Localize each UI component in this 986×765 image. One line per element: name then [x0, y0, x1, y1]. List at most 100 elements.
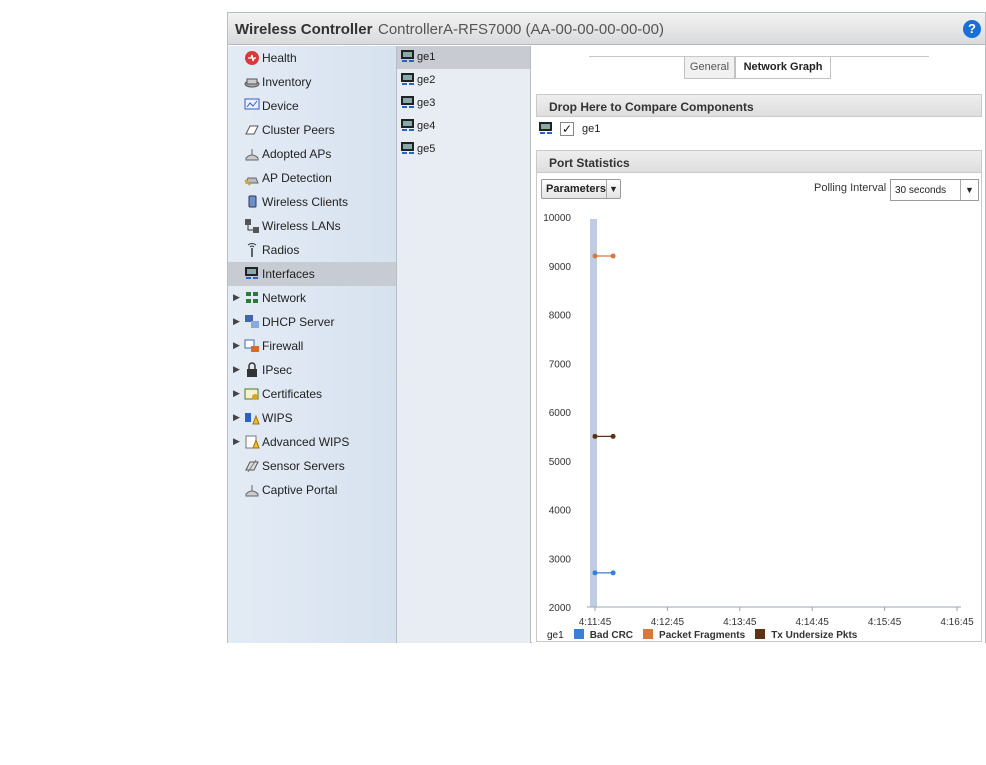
sidebar-item-certificates[interactable]: ▶ Certificates [228, 382, 396, 406]
expand-arrow-icon[interactable]: ▶ [233, 436, 240, 447]
firewall-icon [244, 339, 259, 352]
sidebar-item-inventory[interactable]: Inventory [228, 70, 396, 94]
x-tick-label: 4:12:45 [651, 617, 685, 628]
sidebar-item-wireless-clients[interactable]: Wireless Clients [228, 190, 396, 214]
tab-network-graph[interactable]: Network Graph [735, 57, 831, 79]
wips-icon [245, 413, 260, 425]
sidebar-item-wips[interactable]: ▶ WIPS [228, 406, 396, 430]
sidebar-item-network[interactable]: ▶ Network [228, 286, 396, 310]
interface-item[interactable]: ge3 [397, 92, 530, 115]
time-selection-band [590, 219, 597, 607]
ipsec-icon [247, 362, 257, 377]
sidebar-item-ipsec[interactable]: ▶ IPsec [228, 358, 396, 382]
inventory-icon [244, 78, 260, 88]
y-tick-label: 6000 [549, 408, 572, 419]
sidebar-item-advanced-wips[interactable]: ▶ Advanced WIPS [228, 430, 396, 454]
interface-label: ge1 [417, 51, 436, 63]
legend-swatch [573, 629, 584, 639]
sidebar-item-label: Adopted APs [262, 147, 332, 161]
sidebar-item-label: Certificates [262, 387, 323, 401]
legend-label: Bad CRC [589, 630, 634, 641]
sidebar-item-wireless-lans[interactable]: Wireless LANs [228, 214, 396, 238]
polling-interval-select[interactable]: 30 seconds ▼ [890, 179, 979, 201]
expand-arrow-icon[interactable]: ▶ [233, 292, 240, 303]
sidebar-item-dhcp-server[interactable]: ▶ DHCP Server [228, 310, 396, 334]
compare-header: Drop Here to Compare Components [536, 94, 982, 117]
polling-interval-label: Polling Interval [814, 182, 887, 194]
sidebar-item-device[interactable]: Device [228, 94, 396, 118]
main-panel: General Network Graph Drop Here to Compa… [532, 46, 985, 643]
port-statistics-header: Port Statistics [536, 150, 982, 173]
advanced-wips-icon [245, 435, 260, 449]
network-icon [246, 292, 258, 303]
legend-label: Tx Undersize Pkts [771, 630, 858, 641]
sidebar-item-label: Interfaces [262, 267, 315, 281]
expand-arrow-icon[interactable]: ▶ [233, 412, 240, 423]
sidebar-item-label: Inventory [262, 75, 312, 89]
app-title: Wireless Controller [235, 21, 373, 38]
sidebar-item-label: WIPS [262, 411, 293, 425]
sidebar-item-label: IPsec [262, 363, 293, 377]
interface-icon [539, 122, 552, 134]
sidebar-item-label: Radios [262, 243, 300, 257]
sidebar-item-radios[interactable]: Radios [228, 238, 396, 262]
x-tick-label: 4:14:45 [796, 617, 830, 628]
data-point [610, 570, 616, 576]
interface-icon [401, 119, 414, 131]
interface-label: ge4 [417, 120, 436, 132]
help-icon[interactable]: ? [963, 20, 981, 38]
sidebar-item-label: Device [262, 99, 299, 113]
wireless-clients-icon [248, 195, 257, 208]
y-tick-label: 8000 [549, 311, 572, 322]
sidebar-item-interfaces[interactable]: Interfaces [228, 262, 396, 286]
interface-item[interactable]: ge1 [397, 46, 530, 69]
x-tick-label: 4:16:45 [940, 617, 974, 628]
sidebar-item-label: Health [262, 51, 297, 65]
interface-item[interactable]: ge4 [397, 115, 530, 138]
app-window: Wireless Controller ControllerA-RFS7000 … [227, 12, 986, 643]
interface-item[interactable]: ge2 [397, 69, 530, 92]
parameters-label: Parameters [546, 183, 606, 195]
sidebar-item-label: Advanced WIPS [262, 435, 350, 449]
interface-label: ge5 [417, 143, 436, 155]
chevron-down-icon: ▼ [606, 180, 620, 198]
sidebar-item-label: Wireless Clients [262, 195, 349, 209]
sidebar: Health Inventory Device Cluster Peers Adopte… [228, 46, 397, 643]
dhcp-server-icon [245, 315, 259, 328]
sidebar-item-adopted-aps[interactable]: Adopted APs [228, 142, 396, 166]
chevron-down-icon: ▼ [960, 180, 978, 200]
data-point [610, 253, 616, 259]
data-point [592, 253, 598, 259]
sidebar-item-firewall[interactable]: ▶ Firewall [228, 334, 396, 358]
parameters-button[interactable]: Parameters ▼ [541, 179, 621, 199]
sidebar-item-cluster-peers[interactable]: Cluster Peers [228, 118, 396, 142]
sidebar-item-ap-detection[interactable]: AP Detection [228, 166, 396, 190]
adopted-aps-icon [245, 149, 259, 161]
sidebar-item-label: Network [262, 291, 307, 305]
port-statistics-panel: Port Statistics Parameters ▼ Polling Int… [536, 150, 982, 642]
tab-general[interactable]: General [684, 57, 735, 79]
interface-icon [401, 142, 414, 154]
expand-arrow-icon[interactable]: ▶ [233, 316, 240, 327]
y-tick-label: 7000 [549, 359, 572, 370]
sidebar-item-captive-portal[interactable]: Captive Portal [228, 478, 396, 502]
sidebar-item-health[interactable]: Health [228, 46, 396, 70]
compare-checkbox[interactable]: ✓ [560, 122, 574, 136]
expand-arrow-icon[interactable]: ▶ [233, 364, 240, 375]
wireless-lans-icon [245, 219, 259, 233]
legend-swatch [643, 629, 654, 639]
health-icon [245, 51, 259, 65]
captive-portal-icon [245, 485, 259, 497]
x-tick-label: 4:11:45 [579, 617, 612, 628]
sidebar-item-sensor-servers[interactable]: Sensor Servers [228, 454, 396, 478]
title-bar: Wireless Controller ControllerA-RFS7000 … [228, 13, 985, 45]
device-icon [244, 98, 260, 110]
x-tick-label: 4:13:45 [723, 617, 757, 628]
sidebar-item-label: DHCP Server [262, 315, 335, 329]
data-point [592, 433, 598, 439]
sensor-servers-icon [245, 459, 259, 473]
interface-item[interactable]: ge5 [397, 138, 530, 161]
sidebar-item-label: Wireless LANs [262, 219, 341, 233]
expand-arrow-icon[interactable]: ▶ [233, 388, 240, 399]
expand-arrow-icon[interactable]: ▶ [233, 340, 240, 351]
